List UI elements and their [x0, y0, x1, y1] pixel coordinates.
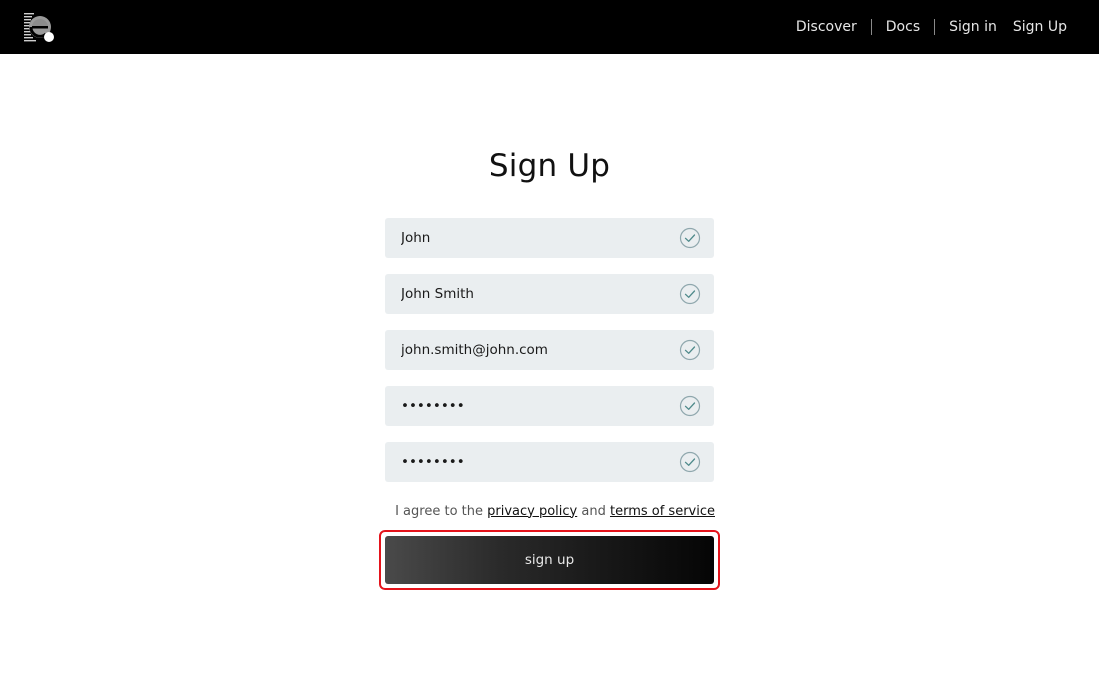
- nav-sign-up-link[interactable]: Sign Up: [1013, 19, 1067, 35]
- top-navbar: Discover Docs Sign in Sign Up: [0, 0, 1099, 54]
- email-field: [385, 330, 714, 370]
- page-title: Sign Up: [488, 148, 611, 184]
- confirm-password-input[interactable]: [385, 442, 655, 482]
- confirm-password-field: [385, 442, 714, 482]
- main-nav: Discover Docs Sign in Sign Up: [796, 0, 1067, 54]
- nav-discover-link[interactable]: Discover: [796, 19, 857, 35]
- nav-divider: [934, 19, 936, 35]
- agree-row: I agree to the privacy policy and terms …: [385, 498, 715, 524]
- first-name-field: [385, 218, 714, 258]
- agree-text: I agree to the privacy policy and terms …: [395, 503, 715, 519]
- password-input[interactable]: [385, 386, 655, 426]
- valid-check-icon: [679, 227, 701, 249]
- full-name-input[interactable]: [385, 274, 655, 314]
- valid-check-icon: [679, 339, 701, 361]
- e-logo-icon[interactable]: [22, 10, 58, 44]
- valid-check-icon: [679, 395, 701, 417]
- email-input[interactable]: [385, 330, 655, 370]
- terms-of-service-link[interactable]: terms of service: [610, 504, 715, 519]
- nav-divider: [870, 19, 872, 35]
- password-field: [385, 386, 714, 426]
- privacy-policy-link[interactable]: privacy policy: [487, 504, 577, 519]
- sign-up-button[interactable]: sign up: [385, 536, 714, 584]
- first-name-input[interactable]: [385, 218, 655, 258]
- nav-sign-in-link[interactable]: Sign in: [949, 19, 997, 35]
- nav-docs-link[interactable]: Docs: [886, 19, 920, 35]
- valid-check-icon: [679, 283, 701, 305]
- valid-check-icon: [679, 451, 701, 473]
- full-name-field: [385, 274, 714, 314]
